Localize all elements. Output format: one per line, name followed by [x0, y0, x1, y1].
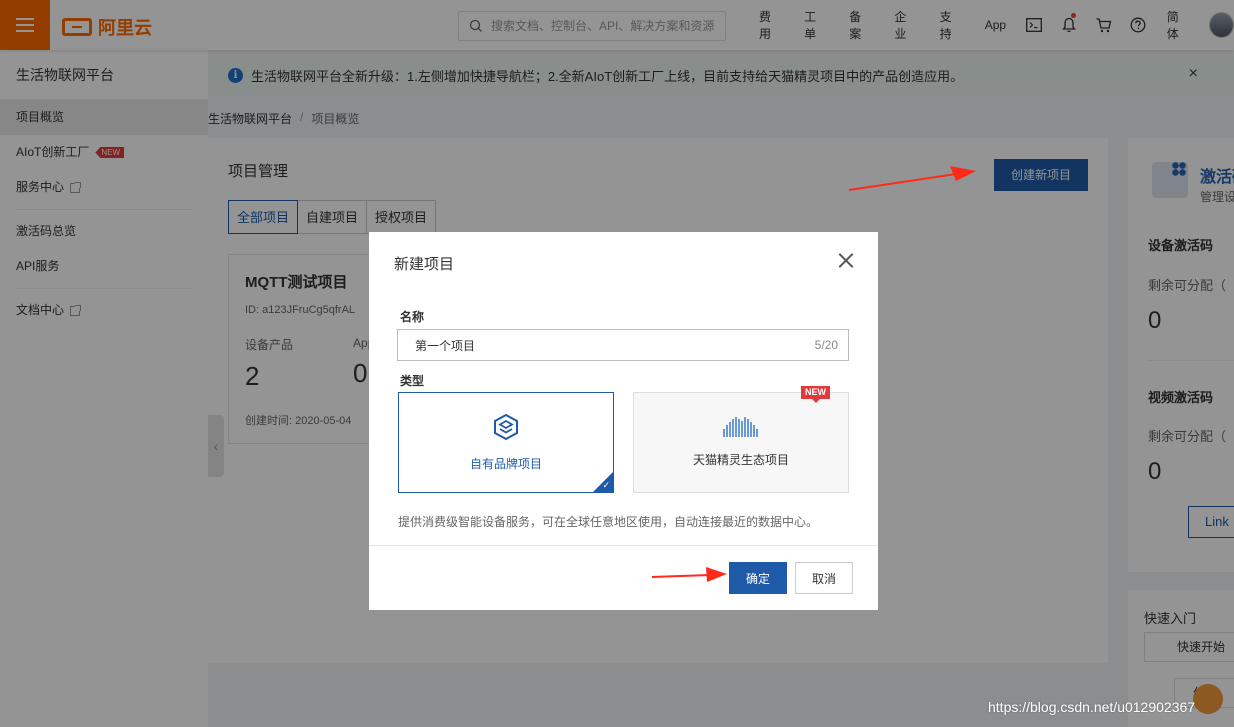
- icon-bar: [723, 429, 725, 437]
- icon-bar: [747, 419, 749, 437]
- project-name-field[interactable]: 5/20: [397, 329, 849, 361]
- close-icon[interactable]: [836, 250, 856, 270]
- tmall-genie-icon: [723, 417, 759, 437]
- icon-bar: [735, 417, 737, 437]
- icon-bar: [726, 425, 728, 437]
- type-label: 类型: [400, 374, 425, 388]
- icon-bar: [741, 421, 743, 437]
- type-option-tmall-genie[interactable]: NEW 天猫精灵生态项目: [633, 386, 849, 493]
- type-option-label: 天猫精灵生态项目: [692, 453, 789, 467]
- new-project-dialog: 新建项目 名称 5/20 类型 自有品牌项目 ✓ NEW 天猫精灵生态项目 提供…: [369, 232, 878, 610]
- annotation-arrow-icon: [848, 166, 976, 191]
- dialog-title: 新建项目: [394, 256, 455, 273]
- icon-bar: [732, 419, 734, 437]
- annotation-arrow-icon: [651, 567, 727, 582]
- icon-bar: [753, 425, 755, 437]
- cancel-button[interactable]: 取消: [795, 562, 853, 594]
- confirm-button[interactable]: 确定: [729, 562, 787, 594]
- icon-bar: [744, 417, 746, 437]
- icon-bar: [738, 419, 740, 437]
- type-description: 提供消费级智能设备服务，可在全球任意地区使用，自动连接最近的数据中心。: [398, 515, 819, 529]
- type-option-own-brand[interactable]: 自有品牌项目 ✓: [398, 392, 614, 493]
- own-brand-icon: [494, 413, 518, 441]
- name-label: 名称: [400, 310, 425, 324]
- icon-bar: [756, 429, 758, 437]
- char-counter: 5/20: [814, 338, 838, 352]
- check-icon: ✓: [602, 480, 610, 490]
- watermark: https://blog.csdn.net/u012902367: [988, 699, 1196, 715]
- project-name-input[interactable]: [415, 338, 815, 352]
- new-badge: NEW: [801, 386, 830, 403]
- icon-bar: [729, 422, 731, 437]
- type-option-label: 自有品牌项目: [469, 457, 542, 471]
- icon-bar: [750, 422, 752, 437]
- dialog-footer-divider: [369, 545, 878, 546]
